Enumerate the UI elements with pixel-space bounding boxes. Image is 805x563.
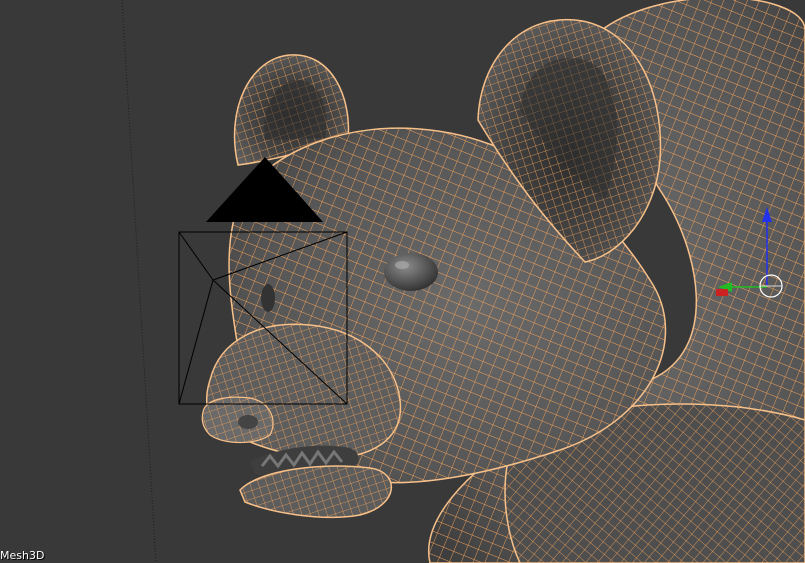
3d-viewport[interactable]: Mesh3D: [0, 0, 805, 563]
viewport-scene[interactable]: [0, 0, 805, 563]
x-axis-arrow-icon: [716, 289, 728, 296]
active-object-name: Mesh3D: [0, 549, 45, 562]
grid-guide-line: [121, 0, 157, 563]
